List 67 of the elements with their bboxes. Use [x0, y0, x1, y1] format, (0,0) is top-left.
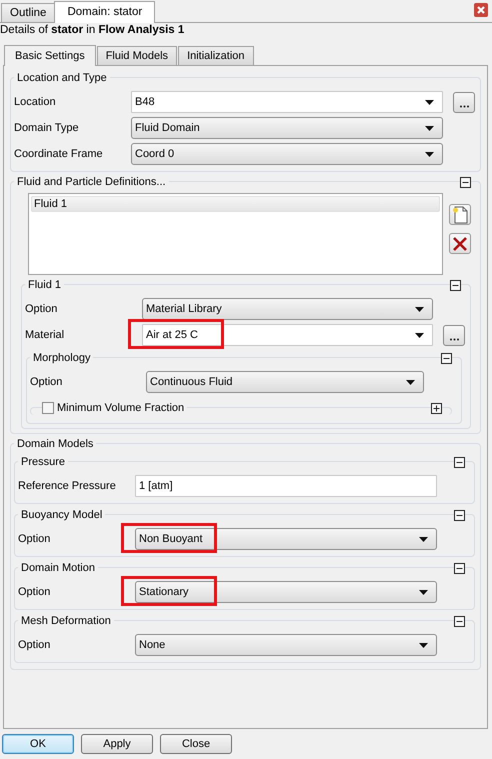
- collapse-icon[interactable]: [454, 562, 465, 574]
- group-title: Morphology: [30, 352, 94, 364]
- field-label: Option: [25, 303, 58, 315]
- new-item-button[interactable]: [449, 204, 471, 225]
- field-label: Option: [18, 639, 52, 651]
- dropdown-arrow-icon: [415, 306, 424, 312]
- dialog-button[interactable]: Apply: [81, 734, 153, 754]
- collapse-icon[interactable]: [460, 176, 471, 188]
- group-title: Domain Motion: [18, 562, 98, 574]
- dropdown-arrow-icon: [419, 590, 428, 594]
- delete-icon: [452, 236, 468, 252]
- dropdown-arrow-icon: [425, 152, 434, 156]
- group-title: Fluid and Particle Definitions...: [14, 176, 169, 188]
- group-title: Domain Models: [14, 438, 96, 450]
- dropdown-arrow-icon: [425, 100, 434, 104]
- combo-field[interactable]: Air at 25 C: [142, 324, 433, 346]
- delete-button[interactable]: [449, 233, 471, 254]
- field-label: Option: [30, 376, 64, 388]
- group-title: Fluid 1: [25, 279, 64, 291]
- dropdown[interactable]: None: [135, 634, 437, 656]
- collapse-icon[interactable]: [441, 352, 452, 364]
- combo-field[interactable]: B48: [131, 91, 443, 113]
- browse-button[interactable]: [453, 92, 475, 112]
- checkbox-label: Minimum Volume Fraction: [54, 402, 188, 414]
- tab[interactable]: Domain: stator: [54, 1, 156, 23]
- field-label: Coordinate Frame: [14, 148, 104, 160]
- new-document-icon: [452, 206, 468, 224]
- dialog-button[interactable]: Close: [160, 734, 232, 754]
- field-label: Option: [18, 533, 52, 545]
- collapse-icon[interactable]: [454, 456, 465, 468]
- tab[interactable]: Fluid Models: [96, 46, 178, 65]
- field-label: Material: [25, 329, 66, 341]
- field-label: Location: [14, 96, 57, 108]
- browse-button[interactable]: [443, 324, 465, 346]
- checkbox[interactable]: [42, 402, 54, 414]
- list-item[interactable]: Fluid 1: [31, 196, 440, 212]
- dropdown[interactable]: Fluid Domain: [131, 117, 443, 139]
- group-title: Pressure: [18, 456, 68, 468]
- field-label: Reference Pressure: [18, 480, 117, 492]
- dropdown[interactable]: Material Library: [142, 298, 433, 320]
- dropdown-arrow-icon: [419, 642, 428, 648]
- dropdown-arrow-icon: [425, 126, 434, 130]
- tab[interactable]: Basic Settings: [4, 45, 96, 66]
- collapse-icon[interactable]: [454, 616, 465, 626]
- collapse-icon[interactable]: [454, 510, 465, 520]
- tab[interactable]: Initialization: [178, 46, 254, 65]
- ellipsis-icon: [450, 338, 458, 340]
- dropdown[interactable]: Coord 0: [131, 143, 443, 165]
- dropdown[interactable]: Stationary: [135, 581, 437, 603]
- group-title: Mesh Deformation: [18, 615, 114, 627]
- dropdown[interactable]: Non Buoyant: [135, 528, 437, 550]
- dropdown-arrow-icon: [406, 380, 415, 384]
- close-icon[interactable]: [474, 3, 488, 17]
- dropdown[interactable]: Continuous Fluid: [146, 371, 424, 393]
- collapse-icon[interactable]: [450, 280, 461, 290]
- input-field[interactable]: 1 [atm]: [135, 475, 437, 497]
- dropdown-arrow-icon: [415, 332, 424, 338]
- group-title: Location and Type: [14, 72, 110, 84]
- group-title: Buoyancy Model: [18, 509, 106, 521]
- field-label: Option: [18, 586, 52, 598]
- dropdown-arrow-icon: [419, 536, 428, 542]
- expand-icon[interactable]: [431, 402, 442, 414]
- ellipsis-icon: [460, 104, 468, 108]
- tab[interactable]: Outline: [1, 3, 56, 22]
- field-label: Domain Type: [14, 122, 80, 134]
- details-heading: Details of stator in Flow Analysis 1: [0, 23, 186, 38]
- dialog-button[interactable]: OK: [2, 734, 74, 754]
